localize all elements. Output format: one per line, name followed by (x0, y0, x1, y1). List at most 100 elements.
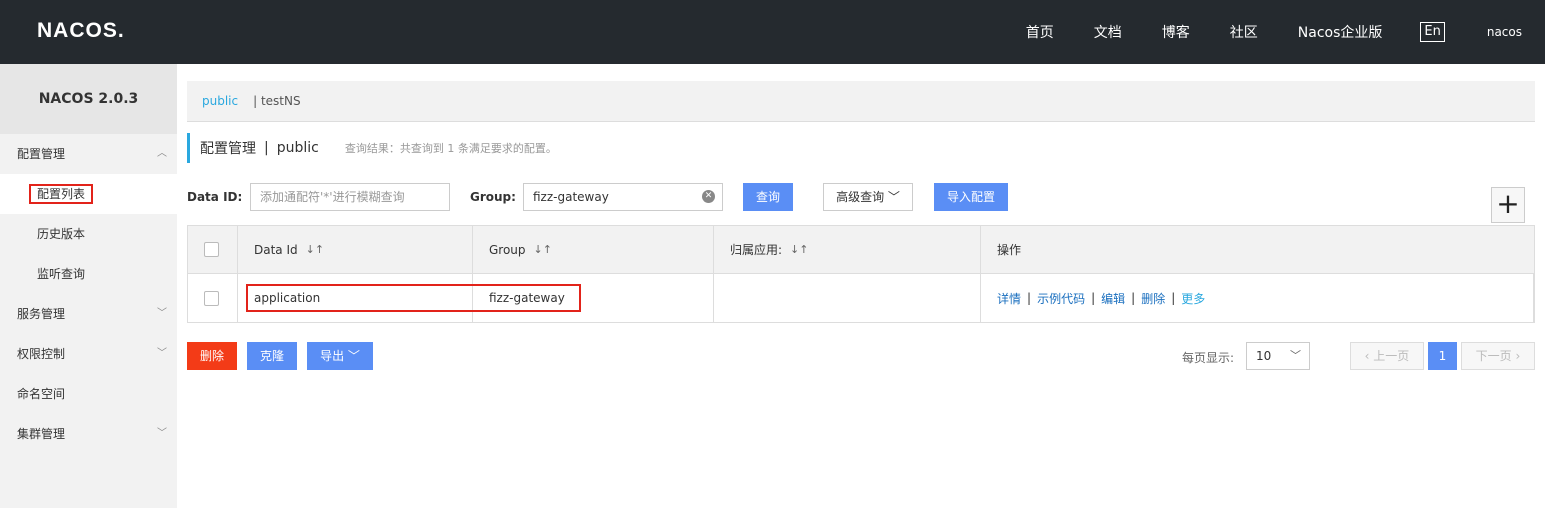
page-heading: 配置管理 | public 查询结果：共查询到 1 条满足要求的配置。 (187, 133, 557, 163)
header-group[interactable]: Group ↓↑ (473, 226, 714, 273)
cell-operations: 详情 | 示例代码 | 编辑 | 删除 | 更多 (981, 274, 1534, 322)
group-input[interactable]: fizz-gateway ✕ (523, 183, 723, 211)
namespace-bar: public | testNS (187, 81, 1535, 122)
chevron-down-icon: ﹀ (157, 348, 167, 359)
checkbox[interactable] (204, 242, 219, 257)
plus-icon: + (1496, 187, 1520, 220)
cell-group: fizz-gateway (473, 274, 714, 322)
header-select-all[interactable] (188, 226, 238, 273)
delete-button[interactable]: 删除 (187, 342, 237, 370)
top-header: NACOS. 首页 文档 博客 社区 Nacos企业版 En nacos (0, 0, 1545, 64)
checkbox[interactable] (204, 290, 219, 306)
sidebar-group-label: 服务管理 (17, 307, 66, 321)
sidebar-item-listener[interactable]: 监听查询 (0, 254, 177, 294)
header-data-id[interactable]: Data Id ↓↑ (238, 226, 473, 273)
top-nav: 首页 文档 博客 社区 Nacos企业版 En nacos (1026, 0, 1545, 64)
sidebar-item-label: 历史版本 (37, 227, 86, 241)
nav-docs[interactable]: 文档 (1094, 22, 1122, 42)
sidebar-group-label: 权限控制 (17, 347, 66, 361)
advanced-query-label: 高级查询 (836, 190, 885, 204)
next-page-button[interactable]: 下一页 › (1461, 342, 1535, 370)
chevron-down-icon: ﹀ (157, 308, 167, 319)
nav-blog[interactable]: 博客 (1162, 22, 1190, 42)
clear-icon[interactable]: ✕ (702, 190, 715, 203)
op-edit-link[interactable]: 编辑 (1101, 290, 1125, 307)
nav-enterprise[interactable]: Nacos企业版 (1298, 22, 1383, 42)
page-namespace: public (276, 140, 319, 156)
column-label: 归属应用: (730, 243, 783, 257)
import-config-button[interactable]: 导入配置 (934, 183, 1008, 211)
logo-text: NACOS. (37, 19, 125, 42)
sidebar-item-label: 监听查询 (37, 267, 86, 281)
per-page-label: 每页显示: (1182, 351, 1235, 365)
export-label: 导出 (320, 349, 345, 363)
sidebar-title: NACOS 2.0.3 (0, 64, 177, 134)
result-info: 查询结果：共查询到 1 条满足要求的配置。 (344, 142, 557, 155)
group-input-value: fizz-gateway (533, 190, 609, 204)
op-delete-link[interactable]: 删除 (1141, 290, 1165, 307)
query-button[interactable]: 查询 (743, 183, 793, 211)
header-operations: 操作 (981, 226, 1534, 273)
user-name[interactable]: nacos (1487, 25, 1522, 39)
op-details-link[interactable]: 详情 (997, 290, 1021, 307)
chevron-down-icon: ﹀ (1290, 349, 1301, 362)
namespace-testns[interactable]: | testNS (253, 94, 301, 108)
advanced-query-button[interactable]: 高级查询 ﹀ (823, 183, 913, 211)
title-separator: | (264, 140, 269, 156)
sidebar-group-label: 集群管理 (17, 427, 66, 441)
namespace-public[interactable]: public (202, 94, 238, 108)
sidebar-item-history[interactable]: 历史版本 (0, 214, 177, 254)
sort-icon[interactable]: ↓↑ (790, 243, 808, 256)
group-label: Group: (470, 190, 516, 204)
sidebar: NACOS 2.0.3 配置管理 ︿ 配置列表 历史版本 监听查询 服务管理 ﹀… (0, 64, 177, 508)
op-separator: | (1131, 291, 1136, 305)
page-1-button[interactable]: 1 (1428, 342, 1457, 370)
op-separator: | (1171, 291, 1176, 305)
per-page-value: 10 (1256, 349, 1272, 363)
column-label: 操作 (997, 243, 1022, 257)
sidebar-group-auth[interactable]: 权限控制 ﹀ (0, 334, 177, 374)
chevron-down-icon: ﹀ (887, 190, 900, 204)
data-id-input[interactable]: 添加通配符'*'进行模糊查询 (250, 183, 450, 211)
sidebar-group-label: 命名空间 (17, 387, 66, 401)
data-id-label: Data ID: (187, 190, 243, 204)
op-separator: | (1091, 291, 1096, 305)
chevron-down-icon: ﹀ (157, 428, 167, 439)
sidebar-group-service[interactable]: 服务管理 ﹀ (0, 294, 177, 334)
chevron-up-icon: ︿ (157, 148, 167, 159)
row-select[interactable] (188, 274, 238, 322)
op-separator: | (1027, 291, 1032, 305)
page-title: 配置管理 (200, 141, 256, 157)
sort-icon[interactable]: ↓↑ (534, 243, 552, 256)
chevron-down-icon: ﹀ (347, 349, 360, 363)
nav-home[interactable]: 首页 (1026, 22, 1054, 42)
column-label: Data Id (254, 242, 298, 257)
sidebar-item-config-list[interactable]: 配置列表 (0, 174, 177, 214)
cell-app (714, 274, 981, 322)
sidebar-item-namespace[interactable]: 命名空间 (0, 374, 177, 414)
sidebar-group-cluster[interactable]: 集群管理 ﹀ (0, 414, 177, 454)
sidebar-item-label: 配置列表 (29, 184, 94, 204)
chevron-right-icon: › (1511, 349, 1521, 363)
op-more-link[interactable]: 更多 (1181, 290, 1205, 307)
sidebar-group-config[interactable]: 配置管理 ︿ (0, 134, 177, 174)
header-app[interactable]: 归属应用: ↓↑ (714, 226, 981, 273)
table-row: application fizz-gateway 详情 | 示例代码 | 编辑 … (188, 274, 1534, 322)
clone-button[interactable]: 克隆 (247, 342, 297, 370)
nav-community[interactable]: 社区 (1230, 22, 1258, 42)
prev-label: 上一页 (1373, 349, 1410, 363)
chevron-left-icon: ‹ (1364, 349, 1374, 363)
config-table: Data Id ↓↑ Group ↓↑ 归属应用: ↓↑ 操作 applicat… (187, 225, 1535, 323)
add-config-button[interactable]: + (1491, 187, 1525, 223)
table-header: Data Id ↓↑ Group ↓↑ 归属应用: ↓↑ 操作 (188, 226, 1534, 274)
nacos-logo[interactable]: NACOS. (37, 19, 125, 43)
op-sample-code-link[interactable]: 示例代码 (1037, 290, 1085, 307)
sort-icon[interactable]: ↓↑ (306, 243, 324, 256)
next-label: 下一页 (1475, 349, 1512, 363)
prev-page-button[interactable]: ‹ 上一页 (1350, 342, 1424, 370)
cell-data-id: application (238, 274, 473, 322)
sidebar-group-label: 配置管理 (17, 147, 66, 161)
language-switch[interactable]: En (1420, 22, 1445, 42)
per-page-select[interactable]: 10 ﹀ (1246, 342, 1310, 370)
export-button[interactable]: 导出 ﹀ (307, 342, 373, 370)
